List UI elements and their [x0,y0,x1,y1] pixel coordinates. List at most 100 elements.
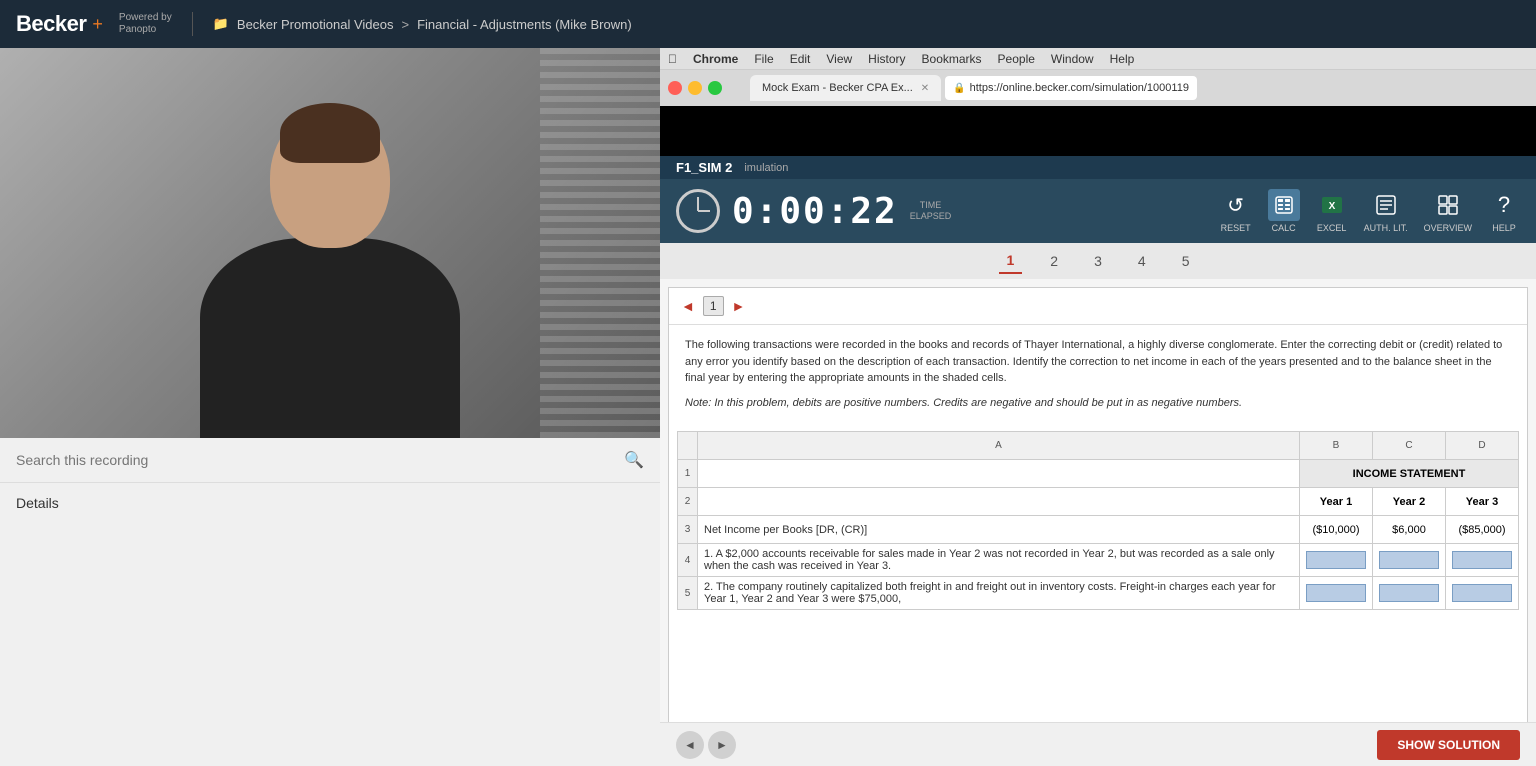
tab-label: Mock Exam - Becker CPA Ex... [762,82,913,94]
menu-bookmarks[interactable]: Bookmarks [922,52,982,66]
q-nav-left[interactable]: ◄ [681,298,695,314]
excel-label: EXCEL [1317,223,1347,233]
input-4-c[interactable] [1379,551,1439,569]
window-blinds [540,48,660,438]
overview-button[interactable]: OVERVIEW [1424,189,1472,233]
q-tab-3[interactable]: 3 [1086,249,1110,273]
q-tab-5[interactable]: 5 [1174,249,1198,273]
q-nav-right[interactable]: ► [732,298,746,314]
right-panel:  Chrome File Edit View History Bookmark… [660,48,1536,766]
reset-icon: ↺ [1220,189,1252,221]
presenter-shape [200,108,460,438]
row-2-num: 2 [678,488,698,516]
details-label[interactable]: Details [16,495,59,511]
table-row: 4 1. A $2,000 accounts receivable for sa… [678,544,1519,577]
col-c-header: C [1373,432,1446,460]
breadcrumb-page: Financial - Adjustments (Mike Brown) [417,17,632,32]
q-tab-4[interactable]: 4 [1130,249,1154,273]
menu-people[interactable]: People [998,52,1035,66]
lock-icon: 🔒 [953,83,965,94]
logo: Becker+ [16,11,103,37]
input-5-d[interactable] [1452,584,1512,602]
page-arrows: ◄ ► [676,731,736,759]
question-tabs: 1 2 3 4 5 [660,243,1536,279]
tab-close-btn[interactable]: ✕ [921,83,929,94]
input-5-b[interactable] [1306,584,1366,602]
person-body [200,238,460,438]
timer-row: 0:00:22 TIME ELAPSED ↺ RESET [660,179,1536,243]
menu-apple[interactable]:  [668,52,677,66]
menu-edit[interactable]: Edit [790,52,811,66]
auth-lit-button[interactable]: AUTH. LIT. [1364,189,1408,233]
row-3-num: 3 [678,516,698,544]
logo-text: Becker [16,11,86,37]
search-input[interactable] [16,452,616,468]
window-close-btn[interactable] [668,81,682,95]
reset-button[interactable]: ↺ RESET [1220,189,1252,233]
input-4-b[interactable] [1306,551,1366,569]
overview-icon [1432,189,1464,221]
row-5-b[interactable] [1300,577,1373,610]
table-row: 3 Net Income per Books [DR, (CR)] ($10,0… [678,516,1519,544]
window-max-btn[interactable] [708,81,722,95]
year1-header: Year 1 [1300,488,1373,516]
col-a-header: A [698,432,1300,460]
menu-window[interactable]: Window [1051,52,1094,66]
q-tab-2[interactable]: 2 [1042,249,1066,273]
timer-text: 0:00:22 [732,191,898,232]
menu-view[interactable]: View [826,52,852,66]
question-area: ◄ 1 ► The following transactions were re… [668,287,1528,766]
auth-lit-label: AUTH. LIT. [1364,223,1408,233]
row-2-a [698,488,1300,516]
breadcrumb: 📁 Becker Promotional Videos > Financial … [213,16,632,32]
row-4-d[interactable] [1446,544,1519,577]
input-5-c[interactable] [1379,584,1439,602]
help-button[interactable]: ? HELP [1488,189,1520,233]
corner-cell [678,432,698,460]
menu-file[interactable]: File [754,52,773,66]
left-panel: 🔍 Details [0,48,660,766]
window-min-btn[interactable] [688,81,702,95]
show-solution-button[interactable]: SHOW SOLUTION [1377,730,1520,760]
q-tab-1[interactable]: 1 [999,248,1023,274]
reset-label: RESET [1221,223,1251,233]
sim-content: F1_SIM 2 imulation 0:00:22 TIME ELAPSED [660,156,1536,766]
q-body: The following transactions were recorded… [669,325,1527,431]
search-icon[interactable]: 🔍 [624,450,644,470]
income-statement-header: INCOME STATEMENT [1300,460,1519,488]
browser-tab[interactable]: Mock Exam - Becker CPA Ex... ✕ [750,75,941,101]
menu-chrome[interactable]: Chrome [693,52,738,66]
row-4-label: 1. A $2,000 accounts receivable for sale… [698,544,1300,577]
page-next-btn[interactable]: ► [708,731,736,759]
q-note-text: Note: In this problem, debits are positi… [685,395,1511,412]
row-4-num: 4 [678,544,698,577]
row-3-year3: ($85,000) [1446,516,1519,544]
row-3-label: Net Income per Books [DR, (CR)] [698,516,1300,544]
topbar-divider [192,12,193,36]
sim-subtitle: imulation [744,162,788,174]
row-4-b[interactable] [1300,544,1373,577]
menu-help[interactable]: Help [1110,52,1135,66]
q-nav-bar: ◄ 1 ► [669,288,1527,325]
breadcrumb-sep: > [401,17,409,32]
main-layout: 🔍 Details  Chrome File Edit View Histor… [0,48,1536,766]
input-4-d[interactable] [1452,551,1512,569]
folder-icon: 📁 [213,16,229,32]
row-5-c[interactable] [1373,577,1446,610]
powered-by-line2: Panopto [119,24,172,36]
bottom-nav: ◄ ► SHOW SOLUTION [660,722,1536,766]
row-5-d[interactable] [1446,577,1519,610]
browser-chrome:  Chrome File Edit View History Bookmark… [660,48,1536,106]
menu-history[interactable]: History [868,52,905,66]
row-4-c[interactable] [1373,544,1446,577]
person-hair [280,103,380,163]
powered-by-line1: Powered by [119,12,172,24]
page-prev-btn[interactable]: ◄ [676,731,704,759]
row-1-a [698,460,1300,488]
calc-button[interactable]: CALC [1268,189,1300,233]
mac-menubar:  Chrome File Edit View History Bookmark… [660,48,1536,70]
overview-label: OVERVIEW [1424,223,1472,233]
address-bar[interactable]: 🔒 https://online.becker.com/simulation/1… [945,76,1197,100]
excel-button[interactable]: X EXCEL [1316,189,1348,233]
toolbar-icons: ↺ RESET [1220,189,1520,233]
